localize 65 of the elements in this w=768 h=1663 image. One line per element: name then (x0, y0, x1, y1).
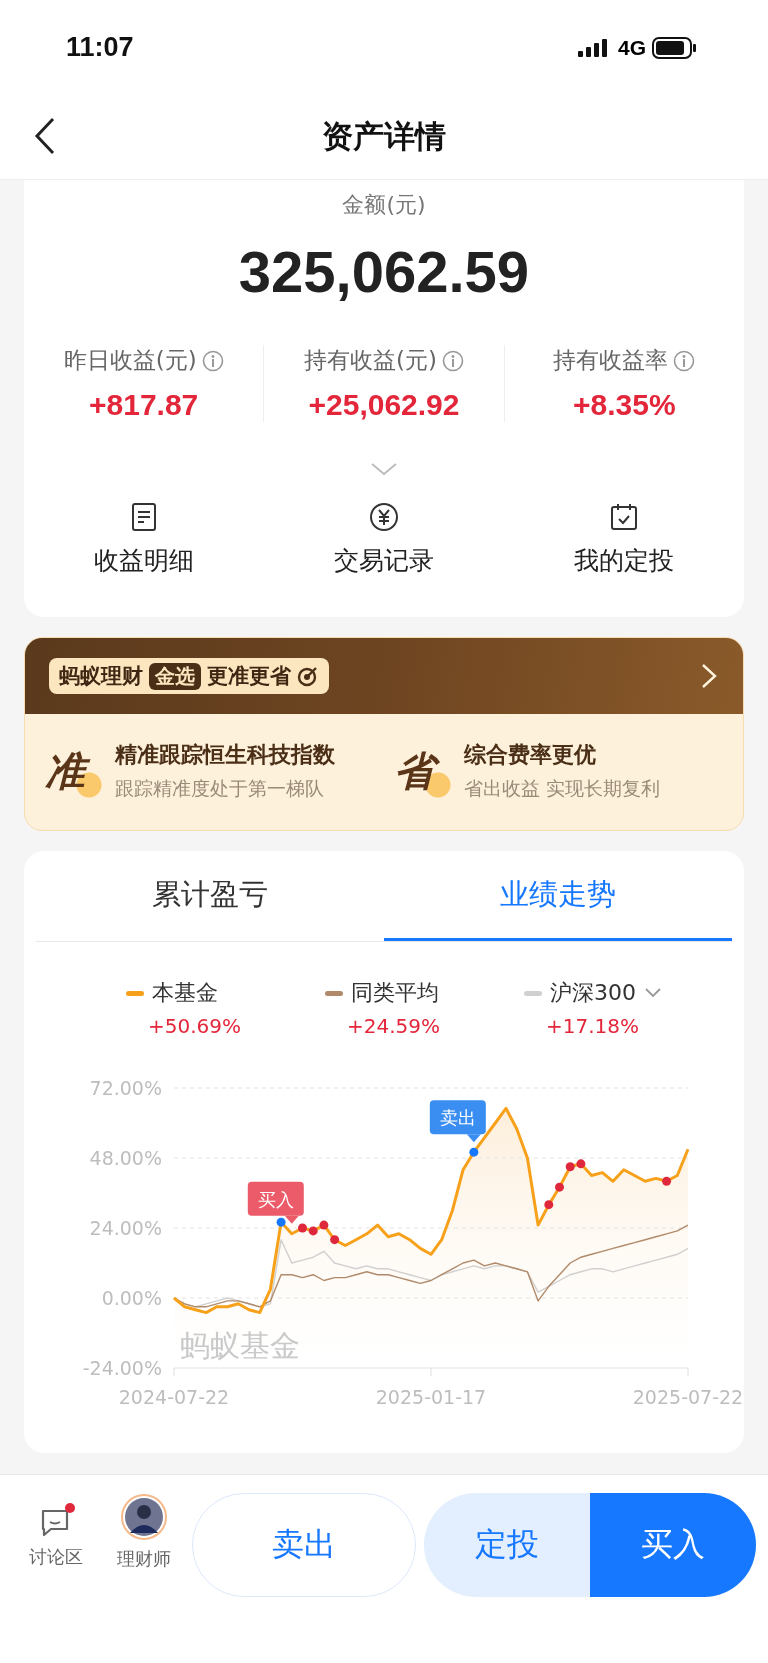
stat-label: 昨日收益(元) (63, 346, 197, 375)
trade-dot[interactable] (330, 1235, 340, 1245)
stat-value: +817.87 (89, 388, 199, 422)
feature-subtitle: 省出收益 实现长期复利 (464, 776, 661, 801)
back-icon[interactable] (34, 117, 56, 155)
battery-icon (652, 36, 698, 59)
amount-label: 金额(元) (342, 191, 426, 219)
info-icon[interactable] (673, 349, 696, 372)
trade-dot[interactable] (544, 1200, 554, 1210)
trade-dot[interactable] (308, 1226, 318, 1236)
trade-dot[interactable] (576, 1159, 586, 1169)
action-button[interactable]: 买入 (590, 1493, 756, 1597)
calendar-icon (609, 502, 639, 532)
chart-tab[interactable]: 业绩走势 (384, 851, 732, 941)
action-button[interactable]: 卖出 (192, 1493, 416, 1597)
network-label: 4G (618, 35, 646, 60)
legend-value: +17.18% (545, 1014, 640, 1038)
x-axis-label: 2024-07-22 (118, 1386, 230, 1408)
y-axis-label: -24.00% (82, 1357, 162, 1379)
brand-text: 蚂蚁理财 (59, 663, 143, 690)
trade-dot[interactable] (662, 1176, 672, 1186)
y-axis-label: 24.00% (89, 1217, 162, 1239)
action-item[interactable]: 交易记录 (264, 502, 504, 577)
y-axis-label: 0.00% (101, 1287, 162, 1309)
x-axis-label: 2025-07-22 (632, 1386, 744, 1408)
amount-value: 325,062.59 (238, 238, 530, 305)
feature-title: 精准跟踪恒生科技指数 (115, 741, 335, 769)
legend-name[interactable]: 同类平均 (351, 978, 439, 1008)
bottom-item[interactable]: 讨论区 (12, 1493, 100, 1569)
page-title: 资产详情 (322, 117, 446, 156)
bottom-item[interactable]: 理财师 (100, 1493, 188, 1571)
legend-value: +50.69% (147, 1014, 241, 1038)
document-icon (130, 502, 158, 532)
promo-banner[interactable]: 蚂蚁理财 金选 更准更省 准 精准跟踪恒生科技指数 跟踪精准度处于第一梯队 省 综合费率更优 省出收益 实现长期复利 (24, 637, 744, 831)
x-axis-label: 2025-01-17 (375, 1386, 487, 1408)
info-icon[interactable] (441, 349, 464, 372)
action-item[interactable]: 我的定投 (504, 502, 744, 577)
trade-dot[interactable] (276, 1217, 286, 1227)
stat-value: +25,062.92 (308, 388, 460, 422)
action-item[interactable]: 收益明细 (24, 502, 264, 577)
target-icon (297, 665, 319, 687)
brand-tag: 金选 (149, 662, 201, 690)
trade-dot[interactable] (298, 1223, 307, 1233)
stat-value: +8.35% (573, 388, 676, 422)
trade-dot[interactable] (319, 1220, 329, 1230)
action-button[interactable]: 定投 (424, 1493, 590, 1597)
trade-dot[interactable] (565, 1162, 575, 1172)
chevron-right-icon[interactable] (701, 663, 717, 689)
status-time: 11:07 (66, 32, 134, 63)
info-icon[interactable] (201, 349, 224, 372)
chevron-down-icon[interactable] (644, 987, 662, 999)
stat-label: 持有收益(元) (304, 346, 437, 375)
legend-name[interactable]: 沪深300 (550, 978, 636, 1008)
y-axis-label: 72.00% (89, 1077, 162, 1099)
trade-dot[interactable] (469, 1147, 479, 1157)
legend-name[interactable]: 本基金 (152, 978, 218, 1008)
feature-title: 综合费率更优 (464, 741, 597, 769)
trade-dot[interactable] (555, 1182, 564, 1192)
legend-value: +24.59% (346, 1014, 440, 1038)
y-axis-label: 48.00% (89, 1147, 162, 1169)
yen-icon (369, 502, 399, 532)
slogan-text: 更准更省 (207, 663, 291, 690)
chart-tab[interactable]: 累计盈亏 (36, 851, 384, 941)
stat-label: 持有收益率 (553, 346, 669, 375)
feature-subtitle: 跟踪精准度处于第一梯队 (115, 776, 325, 801)
